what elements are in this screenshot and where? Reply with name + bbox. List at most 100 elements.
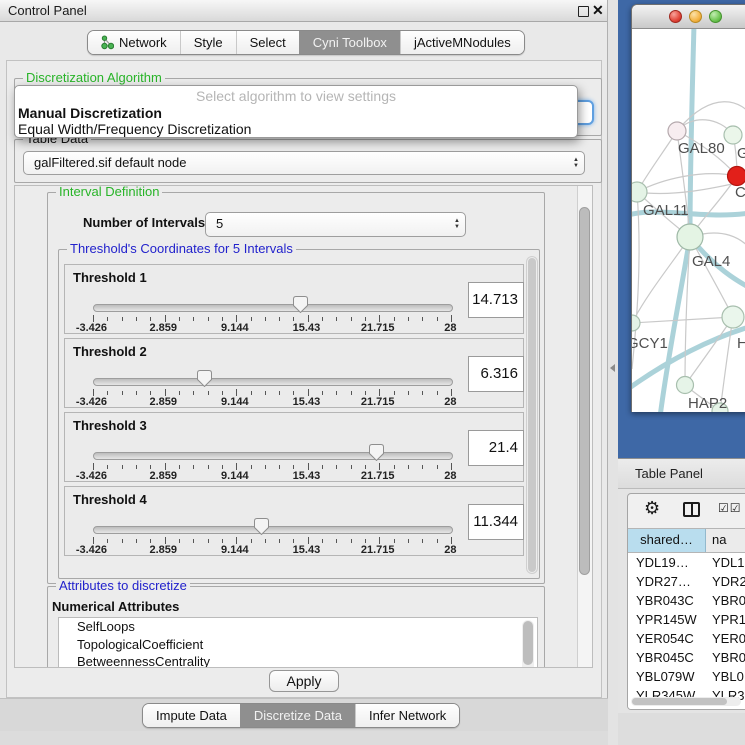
table-row[interactable]: YBL079WYBL0 [628,667,745,686]
table-panel-header: Table Panel [618,458,745,489]
slider-handle[interactable] [369,444,384,461]
threshold-value-field[interactable]: 6.316 [468,356,524,392]
tick-mark [136,465,137,469]
tab-discretize-data[interactable]: Discretize Data [240,704,355,727]
close-traffic-light-icon[interactable] [669,10,682,23]
node-red-selected[interactable] [728,167,745,186]
control-panel-window: Control Panel ✕ NetworkStyleSelectCyni T… [0,0,608,731]
slider-track[interactable] [93,452,453,460]
tick-mark [93,537,94,544]
tick-mark [293,317,294,321]
split-columns-icon[interactable] [683,502,700,517]
algorithm-placeholder-option[interactable]: Select algorithm to view settings [15,88,577,105]
apply-button[interactable]: Apply [269,670,339,692]
cell-shared-name: YDL19… [636,553,708,572]
number-of-intervals-combobox[interactable]: 5 ▲▼ [205,212,466,237]
tick-mark [193,539,194,543]
tick-mark [308,537,309,544]
attribute-list-item[interactable]: SelfLoops [59,618,537,636]
tab-style[interactable]: Style [180,31,236,54]
divider-collapse-icon[interactable] [610,364,615,372]
scale-label: 15.43 [293,396,321,408]
tab-network[interactable]: Network [88,31,180,54]
tab-select[interactable]: Select [236,31,299,54]
tick-mark [351,539,352,543]
tick-mark [208,391,209,395]
tick-mark [336,317,337,321]
threshold-value-field[interactable]: 11.344 [468,504,524,540]
table-data-combobox[interactable]: galFiltered.sif default node ▲▼ [23,151,585,175]
tick-mark [394,391,395,395]
column-header-shared-name[interactable]: shared… [628,529,706,552]
tick-mark [322,317,323,321]
slider-track[interactable] [93,304,453,312]
numerical-attributes-list[interactable]: SelfLoopsTopologicalCoefficientBetweenne… [58,617,538,668]
scale-label: -3.426 [76,322,107,334]
minimize-traffic-light-icon[interactable] [689,10,702,23]
tab-cyni-toolbox[interactable]: Cyni Toolbox [299,31,400,54]
table-row[interactable]: YPR145WYPR1 [628,610,745,629]
tick-mark [308,315,309,322]
tick-mark [165,315,166,322]
threshold-value-field[interactable]: 21.4 [468,430,524,466]
slider-handle[interactable] [293,296,308,313]
scale-label: 2.859 [149,322,177,334]
threshold-value-field[interactable]: 14.713 [468,282,524,318]
close-icon[interactable]: ✕ [592,2,604,19]
tick-mark [437,539,438,543]
threshold-label: Threshold 1 [73,270,147,285]
node-gal4[interactable] [677,224,703,250]
node-gal11[interactable] [632,182,647,202]
tick-mark [265,391,266,395]
table-row[interactable]: YDR27…YDR2 [628,572,745,591]
gear-icon[interactable]: ⚙ [644,498,660,519]
tab-infer-network[interactable]: Infer Network [355,704,459,727]
table-row[interactable]: YDL19…YDL1 [628,553,745,572]
table-panel-body: ⚙ ☑☑ shared… na YDL19…YDL1YDR27…YDR2YBR0… [618,489,745,713]
vertical-scrollbar-thumb[interactable] [579,207,590,575]
attribute-list-item[interactable]: BetweennessCentrality [59,653,537,668]
tick-mark [251,391,252,395]
table-row[interactable]: YBR043CYBR0 [628,591,745,610]
top-tab-bar: NetworkStyleSelect Cyni Toolbox jActiveMNo… [87,30,525,55]
slider-handle[interactable] [254,518,269,535]
node-gcy1[interactable] [632,315,640,331]
attributes-list-scrollbar[interactable] [522,620,534,668]
algorithm-option[interactable]: Equal Width/Frequency Discretization [15,121,577,137]
thresholds-scrollbar[interactable] [526,256,538,574]
panel-split-divider[interactable] [608,0,618,745]
tick-mark [193,317,194,321]
node-hap2[interactable] [677,377,694,394]
slider-track[interactable] [93,526,453,534]
tab-label: Cyni Toolbox [313,35,387,50]
tab-impute-data[interactable]: Impute Data [143,704,240,727]
tick-mark [379,463,380,470]
node-pink[interactable] [668,122,686,140]
table-row[interactable]: YBR045CYBR0 [628,648,745,667]
column-header-name[interactable]: na [712,529,726,551]
slider-track[interactable] [93,378,453,386]
checkbox-icons[interactable]: ☑☑ [718,501,742,515]
tick-mark [279,539,280,543]
algorithm-option[interactable]: Manual Discretization [15,105,577,121]
zoom-traffic-light-icon[interactable] [709,10,722,23]
network-canvas[interactable]: GAL80 GA C GAL11 GAL4 GCY1 H HAP2 [632,29,745,412]
tick-mark [437,317,438,321]
node-h[interactable] [722,306,744,328]
node-green-top-right[interactable] [724,126,742,144]
attribute-list-item[interactable]: TopologicalCoefficient [59,636,537,654]
algorithm-options: Manual DiscretizationEqual Width/Frequen… [15,105,577,137]
table-row[interactable]: YER054CYER0 [628,629,745,648]
network-icon [101,35,114,50]
float-window-icon[interactable] [578,6,589,17]
tab-jactivemnodules[interactable]: jActiveMNodules [400,31,524,54]
tick-mark [279,317,280,321]
slider-handle[interactable] [197,370,212,387]
tick-mark [437,465,438,469]
combo-spinner-icon: ▲▼ [573,152,579,174]
horizontal-scrollbar[interactable] [631,697,741,706]
scale-label: -3.426 [76,396,107,408]
tick-mark [222,539,223,543]
scale-labels: -3.4262.8599.14415.4321.71528 [93,544,451,556]
threshold-row: Threshold 1-3.4262.8599.14415.4321.71528… [64,264,524,334]
